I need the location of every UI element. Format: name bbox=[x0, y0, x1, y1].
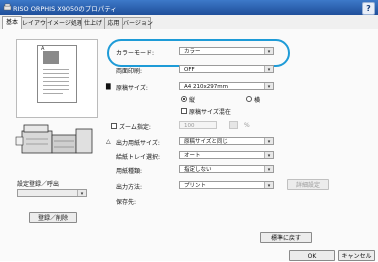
zoom-value: 100 bbox=[184, 123, 195, 129]
output-method-select[interactable]: プリント ▾ bbox=[179, 181, 274, 189]
duplex-select[interactable]: OFF ▾ bbox=[179, 65, 274, 73]
reset-default-button[interactable]: 標準に戻す bbox=[260, 232, 312, 243]
tray-select[interactable]: オート ▾ bbox=[179, 151, 274, 159]
image-placeholder bbox=[43, 51, 59, 64]
warning-icon: △ bbox=[106, 138, 111, 145]
document-preview: A bbox=[16, 39, 98, 118]
tray-label: 給紙トレイ選択: bbox=[116, 154, 161, 161]
chevron-down-icon: ▾ bbox=[264, 83, 273, 89]
preset-select[interactable]: ▾ bbox=[17, 189, 87, 197]
ok-button[interactable]: OK bbox=[289, 250, 335, 261]
zoom-label: ズーム指定: bbox=[119, 124, 151, 131]
tray-value: オート bbox=[184, 153, 201, 159]
printer-machine-illustration bbox=[15, 124, 93, 154]
chevron-down-icon: ▾ bbox=[264, 66, 273, 72]
zoom-checkbox[interactable] bbox=[111, 123, 117, 129]
chevron-down-icon: ▾ bbox=[264, 182, 273, 188]
cancel-button[interactable]: キャンセル bbox=[338, 250, 375, 261]
chevron-down-icon: ▾ bbox=[264, 152, 273, 158]
tab-bar: 基本 レイアウト イメージ処理 仕上げ 応用 バージョン bbox=[0, 15, 378, 30]
output-method-value: プリント bbox=[184, 183, 207, 189]
tab-version[interactable]: バージョン bbox=[122, 17, 153, 29]
title-bar: RISO ORPHIS X9050のプロパティ ? bbox=[0, 0, 378, 15]
paper-type-value: 指定しない bbox=[184, 167, 212, 173]
paper-size-value: A4 210x297mm bbox=[184, 84, 228, 90]
duplex-label: 両面印刷: bbox=[116, 68, 143, 75]
output-size-select[interactable]: 原稿サイズと同じ ▾ bbox=[179, 137, 274, 145]
register-delete-button[interactable]: 登録／削除 bbox=[29, 212, 77, 223]
printer-icon bbox=[3, 3, 12, 11]
main-panel: A 設定登録／呼出 ▾ 登録／削除 カラーモード: カラー ▾ 両面印刷: OF… bbox=[0, 29, 378, 261]
window-title: RISO ORPHIS X9050のプロパティ bbox=[13, 5, 117, 13]
chevron-down-icon: ▾ bbox=[77, 190, 86, 196]
zoom-input[interactable]: 100 bbox=[179, 121, 217, 129]
mixed-size-label: 原稿サイズ混在 bbox=[189, 109, 231, 116]
mixed-size-checkbox[interactable] bbox=[181, 108, 187, 114]
paper-size-select[interactable]: A4 210x297mm ▾ bbox=[179, 82, 274, 90]
tab-layout[interactable]: レイアウト bbox=[21, 17, 52, 29]
zoom-unit: % bbox=[244, 122, 250, 129]
landscape-label: 横 bbox=[254, 97, 261, 104]
paper-size-label: 原稿サイズ: bbox=[116, 85, 148, 92]
chevron-down-icon: ▾ bbox=[264, 138, 273, 144]
storage-label: 保存先: bbox=[116, 199, 137, 206]
tab-image[interactable]: イメージ処理 bbox=[46, 17, 83, 29]
portrait-radio[interactable] bbox=[181, 96, 187, 102]
tab-basic[interactable]: 基本 bbox=[2, 16, 22, 30]
output-size-label: 出力用紙サイズ: bbox=[116, 140, 160, 147]
tab-finishing[interactable]: 仕上げ bbox=[81, 17, 105, 29]
detail-settings-button[interactable]: 詳細設定 bbox=[287, 179, 329, 190]
duplex-value: OFF bbox=[184, 67, 195, 73]
register-label: 設定登録／呼出 bbox=[17, 181, 60, 188]
tab-advanced[interactable]: 応用 bbox=[104, 17, 123, 29]
chevron-down-icon: ▾ bbox=[264, 166, 273, 172]
output-size-value: 原稿サイズと同じ bbox=[184, 139, 228, 145]
zoom-spinner[interactable] bbox=[229, 121, 238, 129]
help-button[interactable]: ? bbox=[362, 2, 375, 15]
document-page: A bbox=[37, 45, 77, 103]
landscape-radio[interactable] bbox=[246, 96, 252, 102]
callout-highlight bbox=[107, 39, 290, 67]
output-method-label: 出力方法: bbox=[116, 184, 143, 191]
paper-type-select[interactable]: 指定しない ▾ bbox=[179, 165, 274, 173]
portrait-label: 縦 bbox=[189, 97, 196, 104]
paper-icon: ▇ bbox=[106, 83, 111, 90]
paper-type-label: 用紙種類: bbox=[116, 168, 143, 175]
